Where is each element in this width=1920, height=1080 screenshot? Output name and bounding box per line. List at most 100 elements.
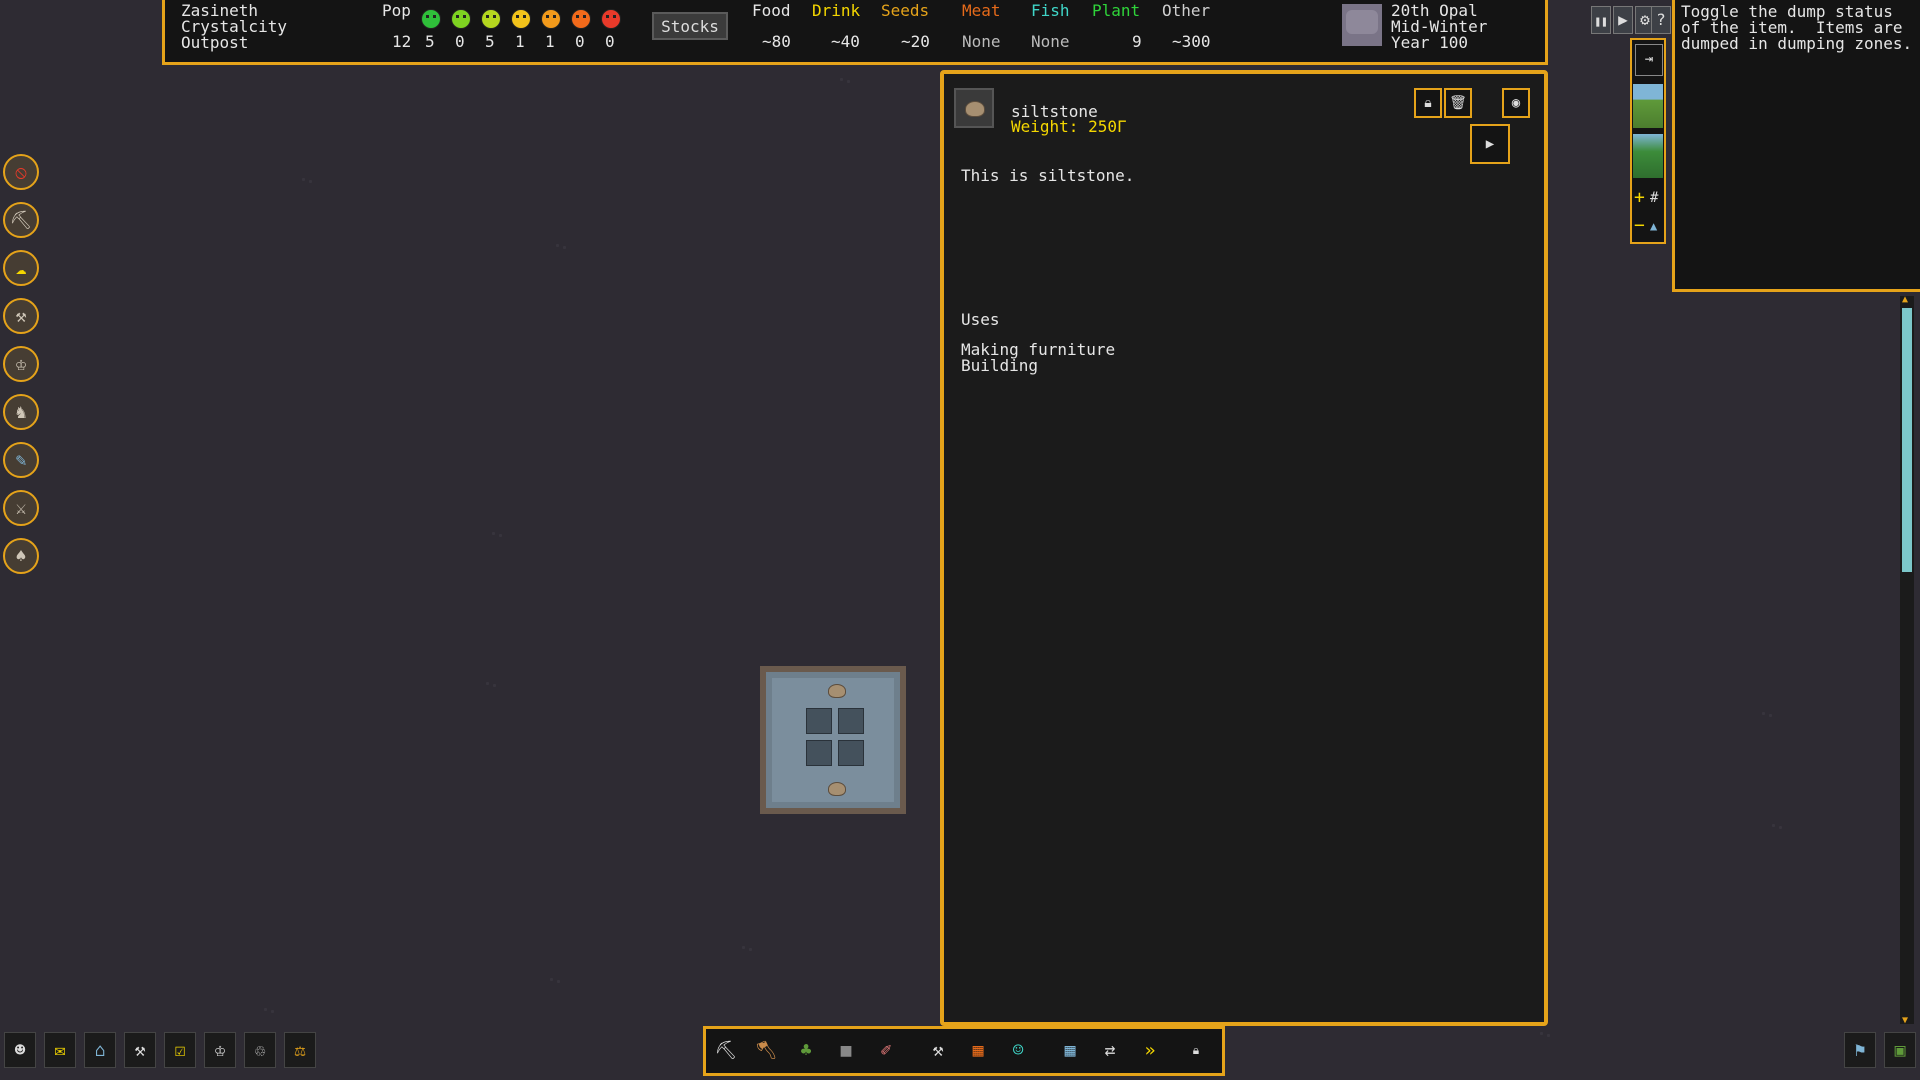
resource-fish-label[interactable]: Fish xyxy=(1031,3,1070,19)
help-icon: ? xyxy=(1656,10,1666,29)
zoom-to-item-button[interactable]: ▶ xyxy=(1470,124,1510,164)
stone-item[interactable] xyxy=(828,782,846,796)
work-orders-button[interactable]: ☑ xyxy=(164,1032,196,1068)
resource-other-label[interactable]: Other xyxy=(1162,3,1210,19)
resource-seeds-value: ~20 xyxy=(901,32,930,51)
scrollbar-thumb[interactable] xyxy=(1902,308,1912,572)
zones-button[interactable]: ▦ xyxy=(962,1032,994,1068)
zoom-out-button[interactable]: − xyxy=(1634,214,1648,238)
hide-button[interactable]: ◉ xyxy=(1502,88,1530,118)
crown-icon: ♔ xyxy=(15,353,27,375)
view-controls: ⇥ + # − ▲ xyxy=(1630,38,1666,244)
pause-button[interactable]: ❚❚ xyxy=(1591,6,1611,34)
dig-button[interactable]: ⛏ xyxy=(710,1032,742,1068)
world-map-button[interactable]: ▣ xyxy=(1884,1032,1916,1068)
resource-seeds-label[interactable]: Seeds xyxy=(881,3,929,19)
stone-item[interactable] xyxy=(828,684,846,698)
stocks-button[interactable]: Stocks xyxy=(652,12,728,40)
miserable-face-icon[interactable] xyxy=(601,9,621,29)
erase-button[interactable]: ✐ xyxy=(870,1032,902,1068)
resource-drink-label[interactable]: Drink xyxy=(812,3,860,19)
grid-toggle-button[interactable]: # xyxy=(1650,186,1664,210)
stockpile-floor xyxy=(772,678,894,802)
tasks-button[interactable]: ✉ xyxy=(44,1032,76,1068)
zones-icon: ▦ xyxy=(972,1039,984,1061)
side-menu-animals[interactable]: ♞ xyxy=(3,394,39,430)
resource-other-value: ~300 xyxy=(1172,32,1211,51)
side-menu-dig[interactable]: ⛏ xyxy=(3,202,39,238)
level-up-button[interactable]: ▲ xyxy=(1650,214,1664,238)
build-icon: ⚒ xyxy=(932,1039,944,1061)
units-button[interactable]: ☻ xyxy=(4,1032,36,1068)
unhappy-face-icon[interactable] xyxy=(541,9,561,29)
siltstone-icon xyxy=(954,88,994,128)
mood-count-fine: 1 xyxy=(515,32,525,51)
item-flags-button[interactable]: 🔒︎ xyxy=(1180,1032,1212,1068)
side-menu-tools[interactable]: ♠ xyxy=(3,538,39,574)
play-button[interactable]: ▶ xyxy=(1613,6,1633,34)
side-menu-farm[interactable]: ✎ xyxy=(3,442,39,478)
resource-food-label[interactable]: Food xyxy=(752,3,791,19)
help-button[interactable]: ? xyxy=(1651,6,1671,34)
trash-icon: 🗑︎ xyxy=(1449,95,1467,111)
bin-item[interactable] xyxy=(806,708,832,734)
smooth-icon: ■ xyxy=(840,1039,852,1061)
smooth-button[interactable]: ■ xyxy=(830,1032,862,1068)
bin-item[interactable] xyxy=(806,740,832,766)
eye-icon: ◉ xyxy=(1511,95,1521,111)
cart-icon: ⇄ xyxy=(1104,1039,1116,1061)
hammer-icon: ⚒ xyxy=(134,1039,146,1061)
justice-button[interactable]: ⚖ xyxy=(284,1032,316,1068)
fort-name: Zasineth Crystalcity Outpost xyxy=(181,3,287,51)
mood-count-very-unhappy: 0 xyxy=(575,32,585,51)
ecstatic-face-icon[interactable] xyxy=(421,9,441,29)
building-icon: ⌂ xyxy=(94,1039,106,1061)
side-menu-cancel[interactable]: ⦸ xyxy=(3,154,39,190)
resource-meat-label[interactable]: Meat xyxy=(962,3,1001,19)
side-menu-build[interactable]: ⚒ xyxy=(3,298,39,334)
side-menu-military[interactable]: ⚔ xyxy=(3,490,39,526)
double-chevron-icon: » xyxy=(1144,1039,1156,1061)
hauling-button[interactable]: ⇄ xyxy=(1094,1032,1126,1068)
surface-view-button[interactable] xyxy=(1633,84,1663,128)
scroll-down-icon[interactable]: ▼ xyxy=(1902,1015,1908,1026)
scroll-up-icon[interactable]: ▲ xyxy=(1902,294,1908,305)
fine-face-icon[interactable] xyxy=(511,9,531,29)
stockpile-zone[interactable] xyxy=(760,666,906,814)
squads-button[interactable]: ⚑ xyxy=(1844,1032,1876,1068)
happy-face-icon[interactable] xyxy=(451,9,471,29)
plus-icon: + xyxy=(1634,187,1645,208)
play-icon: ▶ xyxy=(1618,10,1628,29)
side-menu-weather[interactable]: ☁ xyxy=(3,250,39,286)
burrows-button[interactable]: ☺ xyxy=(1002,1032,1034,1068)
forbid-button[interactable]: 🔒︎ xyxy=(1414,88,1442,118)
resource-plant-label[interactable]: Plant xyxy=(1092,3,1140,19)
cancel-selection-button[interactable]: ⇥ xyxy=(1635,44,1663,76)
build-button[interactable]: ⚒ xyxy=(922,1032,954,1068)
dump-button[interactable]: 🗑︎ xyxy=(1444,88,1472,118)
bin-item[interactable] xyxy=(838,708,864,734)
axe-icon: 🪓︎ xyxy=(754,1039,778,1061)
nobles-button[interactable]: ♔ xyxy=(204,1032,236,1068)
item-info-panel: siltstone Weight: 250Γ 🔒︎ 🗑︎ ◉ ▶ This is… xyxy=(940,70,1548,1026)
forest-view-button[interactable] xyxy=(1633,134,1663,178)
zoom-in-button[interactable]: + xyxy=(1634,186,1648,210)
weather-icon: ☁ xyxy=(15,257,27,279)
bin-item[interactable] xyxy=(838,740,864,766)
stockpiles-button[interactable]: ▦ xyxy=(1054,1032,1086,1068)
very-unhappy-face-icon[interactable] xyxy=(571,9,591,29)
objects-button[interactable]: ♲ xyxy=(244,1032,276,1068)
camera-icon: ▶ xyxy=(1485,136,1495,152)
resource-plant-value: 9 xyxy=(1132,32,1142,51)
places-button[interactable]: ⌂ xyxy=(84,1032,116,1068)
gather-plants-button[interactable]: ♣ xyxy=(790,1032,822,1068)
fort-name-line-3: Outpost xyxy=(181,33,249,52)
gear-icon: ⚙ xyxy=(1640,10,1650,29)
side-menu-nobles[interactable]: ♔ xyxy=(3,346,39,382)
content-face-icon[interactable] xyxy=(481,9,501,29)
more-button[interactable]: » xyxy=(1134,1032,1166,1068)
resource-meat-value: None xyxy=(962,32,1001,51)
chop-trees-button[interactable]: 🪓︎ xyxy=(750,1032,782,1068)
labor-button[interactable]: ⚒ xyxy=(124,1032,156,1068)
eraser-icon: ✐ xyxy=(880,1039,892,1061)
